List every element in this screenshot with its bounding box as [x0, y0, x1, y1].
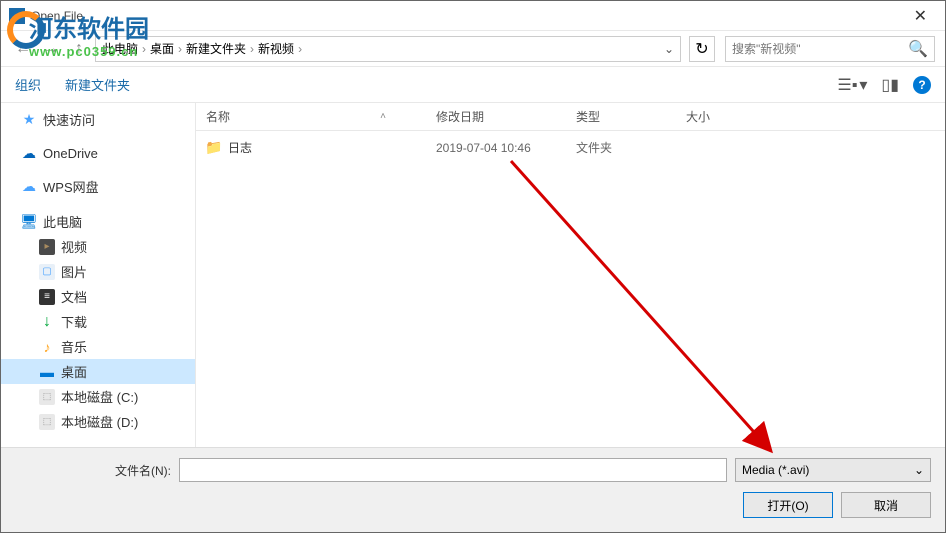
sidebar-item-down[interactable]: ↓ 下载	[1, 309, 195, 334]
column-date[interactable]: 修改日期	[426, 108, 566, 125]
file-date: 2019-07-04 10:46	[426, 141, 566, 155]
file-list: 📁 日志 2019-07-04 10:46文件夹	[196, 131, 945, 447]
close-icon[interactable]: ✕	[904, 6, 937, 26]
preview-icon: ▯▮	[881, 75, 899, 95]
file-name: 日志	[228, 139, 252, 156]
doc-icon: ≡	[39, 289, 55, 305]
sidebar-item-doc[interactable]: ≡ 文档	[1, 284, 195, 309]
new-folder-button[interactable]: 新建文件夹	[65, 75, 130, 94]
chevron-down-icon: ⌄	[914, 463, 924, 477]
sidebar-item-label: 桌面	[61, 362, 87, 381]
breadcrumb[interactable]: 此电脑› 桌面› 新建文件夹› 新视频› ⌄	[95, 36, 681, 62]
onedrive-icon: ☁	[21, 145, 37, 161]
sidebar-item-quick[interactable]: ★ 快速访问	[1, 107, 195, 132]
sidebar-item-desktop[interactable]: ▬ 桌面	[1, 359, 195, 384]
column-size[interactable]: 大小	[676, 108, 776, 125]
sidebar-item-music[interactable]: ♪ 音乐	[1, 334, 195, 359]
titlebar-text: Open File	[31, 9, 904, 23]
help-icon[interactable]: ?	[913, 76, 931, 94]
diskd-icon: ⬚	[39, 414, 55, 430]
down-icon: ↓	[39, 314, 55, 330]
diskc-icon: ⬚	[39, 389, 55, 405]
sidebar-item-label: OneDrive	[43, 146, 98, 161]
desktop-icon: ▬	[39, 364, 55, 380]
content-area: 名称˄ 修改日期 类型 大小 📁 日志 2019-07-04 10:46文件夹	[196, 103, 945, 447]
titlebar: Open File ✕	[1, 1, 945, 31]
sidebar-item-label: 图片	[61, 262, 87, 281]
view-mode-button[interactable]: ☰▪▾	[837, 75, 867, 95]
pic-icon: ▢	[39, 264, 55, 280]
up-button[interactable]: ↑	[67, 37, 91, 61]
video-icon: ▸	[39, 239, 55, 255]
list-icon: ☰▪	[837, 75, 857, 95]
file-type-filter[interactable]: Media (*.avi) ⌄	[735, 458, 931, 482]
search-icon[interactable]: 🔍	[908, 39, 928, 59]
column-name[interactable]: 名称˄	[196, 108, 426, 125]
wps-icon: ☁	[21, 179, 37, 195]
sidebar-item-pic[interactable]: ▢ 图片	[1, 259, 195, 284]
sidebar-item-diskd[interactable]: ⬚ 本地磁盘 (D:)	[1, 409, 195, 434]
breadcrumb-item[interactable]: 新建文件夹	[186, 40, 246, 57]
file-row[interactable]: 📁 日志 2019-07-04 10:46文件夹	[196, 135, 945, 160]
sidebar-item-label: WPS网盘	[43, 177, 99, 196]
forward-button[interactable]: →	[39, 37, 63, 61]
breadcrumb-item[interactable]: 新视频	[258, 40, 294, 57]
navbar: ← → ↑ 此电脑› 桌面› 新建文件夹› 新视频› ⌄ ↻ 🔍	[1, 31, 945, 67]
breadcrumb-item[interactable]: 此电脑	[102, 40, 138, 57]
chevron-down-icon: ▾	[859, 75, 867, 95]
sidebar-item-wps[interactable]: ☁ WPS网盘	[1, 174, 195, 199]
sidebar-item-video[interactable]: ▸ 视频	[1, 234, 195, 259]
sidebar-item-label: 文档	[61, 287, 87, 306]
sidebar-item-diskc[interactable]: ⬚ 本地磁盘 (C:)	[1, 384, 195, 409]
sidebar-item-label: 下载	[61, 312, 87, 331]
column-type[interactable]: 类型	[566, 108, 676, 125]
pc-icon: 🖥	[21, 214, 37, 230]
cancel-button[interactable]: 取消	[841, 492, 931, 518]
organize-button[interactable]: 组织	[15, 75, 41, 94]
footer: 文件名(N): Media (*.avi) ⌄ 打开(O) 取消	[1, 447, 945, 532]
column-headers: 名称˄ 修改日期 类型 大小	[196, 103, 945, 131]
sidebar-item-label: 此电脑	[43, 212, 82, 231]
folder-icon: 📁	[206, 140, 222, 156]
quick-icon: ★	[21, 112, 37, 128]
search-box[interactable]: 🔍	[725, 36, 935, 62]
sidebar-item-label: 本地磁盘 (D:)	[61, 412, 138, 431]
sidebar-item-pc[interactable]: 🖥 此电脑	[1, 209, 195, 234]
sort-arrow-icon: ˄	[380, 111, 386, 122]
app-icon	[9, 8, 25, 24]
sidebar-item-label: 本地磁盘 (C:)	[61, 387, 138, 406]
preview-pane-button[interactable]: ▯▮	[881, 75, 899, 95]
toolbar: 组织 新建文件夹 ☰▪▾ ▯▮ ?	[1, 67, 945, 103]
sidebar: ★ 快速访问 ☁ OneDrive ☁ WPS网盘 🖥 此电脑 ▸ 视频 ▢ 图片 ≡ 文档 ↓ 下载 ♪ 音乐 ▬…	[1, 103, 196, 447]
refresh-button[interactable]: ↻	[689, 36, 715, 62]
sidebar-item-label: 音乐	[61, 337, 87, 356]
search-input[interactable]	[732, 42, 908, 56]
chevron-down-icon[interactable]: ⌄	[664, 42, 674, 56]
dialog-body: ★ 快速访问 ☁ OneDrive ☁ WPS网盘 🖥 此电脑 ▸ 视频 ▢ 图片 ≡ 文档 ↓ 下载 ♪ 音乐 ▬…	[1, 103, 945, 447]
file-type: 文件夹	[566, 139, 676, 156]
sidebar-item-onedrive[interactable]: ☁ OneDrive	[1, 142, 195, 164]
filename-label: 文件名(N):	[15, 462, 171, 479]
open-file-dialog: Open File ✕ ← → ↑ 此电脑› 桌面› 新建文件夹› 新视频› ⌄…	[0, 0, 946, 533]
sidebar-item-label: 快速访问	[43, 110, 95, 129]
sidebar-item-label: 视频	[61, 237, 87, 256]
music-icon: ♪	[39, 339, 55, 355]
back-button[interactable]: ←	[11, 37, 35, 61]
breadcrumb-item[interactable]: 桌面	[150, 40, 174, 57]
open-button[interactable]: 打开(O)	[743, 492, 833, 518]
filename-input[interactable]	[179, 458, 727, 482]
